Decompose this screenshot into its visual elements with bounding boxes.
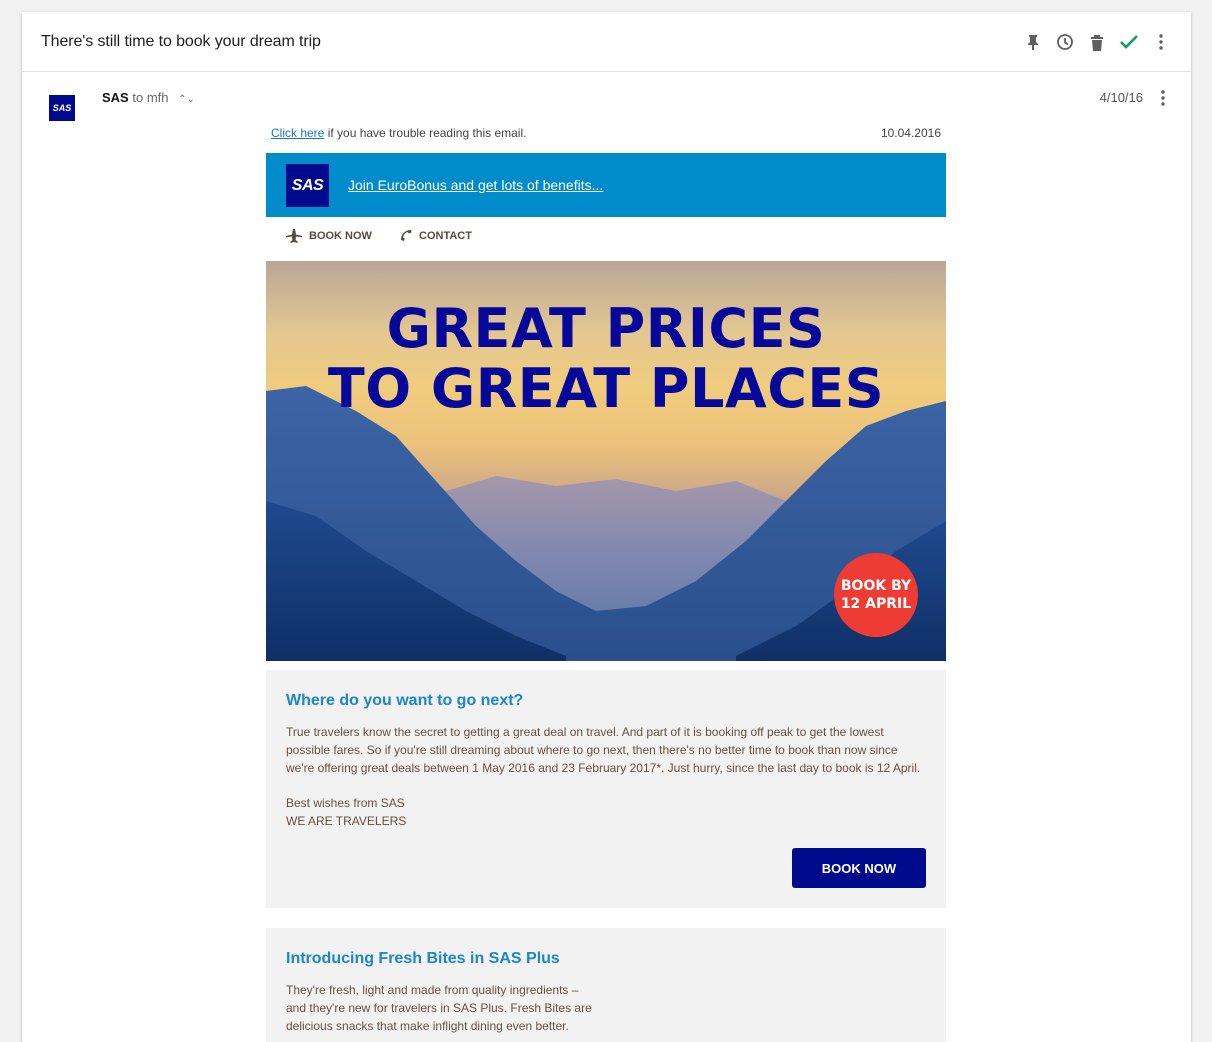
expand-details-icon[interactable]: ⌃⌄ — [178, 94, 195, 105]
section-2-body-line-3: delicious snacks that make inflight dini… — [286, 1019, 569, 1033]
section-where-next: Where do you want to go next? True trave… — [266, 670, 946, 908]
hero-headline-line-2: TO GREAT PLACES — [327, 357, 885, 420]
more-vert-icon — [1161, 90, 1165, 106]
thread-subject: There's still time to book your dream tr… — [41, 32, 321, 50]
message-header: SAS SAS to mfh ⌃⌄ 4/10/16 — [22, 72, 1191, 122]
email-nav: BOOK NOW CONTACT — [266, 217, 946, 261]
signoff-line-2: WE ARE TRAVELERS — [286, 814, 407, 828]
mark-done-button[interactable] — [1113, 26, 1145, 58]
view-online-link[interactable]: Click here — [271, 126, 324, 140]
signoff-line-1: Best wishes from SAS — [286, 796, 405, 810]
message-date: 4/10/16 — [1099, 90, 1143, 105]
section-1-body: True travelers know the secret to gettin… — [286, 725, 921, 775]
sender-name: SAS — [102, 90, 129, 105]
trash-icon — [1091, 34, 1103, 51]
eurobonus-banner: SAS Join EuroBonus and get lots of benef… — [266, 153, 946, 217]
avatar: SAS — [49, 95, 75, 121]
sas-logo-text: SAS — [291, 176, 324, 194]
book-now-button[interactable]: BOOK NOW — [792, 848, 926, 888]
clock-icon — [1057, 34, 1073, 50]
nav-book-now-label: BOOK NOW — [309, 230, 372, 242]
section-2-body-line-2: and they're new for travelers in SAS Plu… — [286, 1001, 592, 1015]
badge-line-2: 12 APRIL — [840, 596, 912, 612]
book-by-badge: BOOK BY 12 APRIL — [834, 553, 918, 637]
subject-bar: There's still time to book your dream tr… — [22, 12, 1191, 72]
airplane-icon — [286, 229, 302, 243]
pin-button[interactable] — [1017, 26, 1049, 58]
section-fresh-bites: Introducing Fresh Bites in SAS Plus They… — [266, 928, 946, 1042]
thread-more-button[interactable] — [1145, 26, 1177, 58]
section-2-body-line-1: They're fresh, light and made from quali… — [286, 983, 579, 997]
sas-logo[interactable]: SAS — [286, 164, 329, 207]
email-body: Click here if you have trouble reading t… — [266, 122, 946, 1042]
phone-icon — [401, 230, 412, 241]
pin-icon — [1028, 35, 1038, 50]
trouble-text: if you have trouble reading this email. — [324, 126, 527, 140]
sender-info[interactable]: SAS to mfh ⌃⌄ — [102, 90, 195, 105]
section-2-title: Introducing Fresh Bites in SAS Plus — [286, 950, 560, 967]
nav-contact[interactable]: CONTACT — [400, 229, 472, 242]
avatar-logo-text: SAS — [52, 103, 72, 113]
more-vert-icon — [1159, 34, 1163, 50]
delete-button[interactable] — [1081, 26, 1113, 58]
check-icon — [1120, 35, 1138, 49]
section-1-title: Where do you want to go next? — [286, 692, 524, 709]
pre-header: Click here if you have trouble reading t… — [266, 122, 946, 144]
email-date: 10.04.2016 — [880, 126, 941, 140]
nav-contact-label: CONTACT — [419, 229, 472, 242]
hero-headline-line-1: GREAT PRICES — [386, 297, 826, 360]
badge-line-1: BOOK BY — [840, 578, 912, 594]
nav-book-now[interactable]: BOOK NOW — [286, 229, 372, 243]
message-more-button[interactable] — [1149, 84, 1177, 112]
hero-banner[interactable]: GREAT PRICES TO GREAT PLACES BOOK BY 12 … — [266, 261, 946, 661]
join-eurobonus-link[interactable]: Join EuroBonus and get lots of benefits.… — [348, 177, 603, 193]
snooze-button[interactable] — [1049, 26, 1081, 58]
email-window: There's still time to book your dream tr… — [22, 12, 1191, 1042]
thread-toolbar — [1017, 12, 1177, 72]
recipient-text: to mfh — [132, 90, 169, 105]
